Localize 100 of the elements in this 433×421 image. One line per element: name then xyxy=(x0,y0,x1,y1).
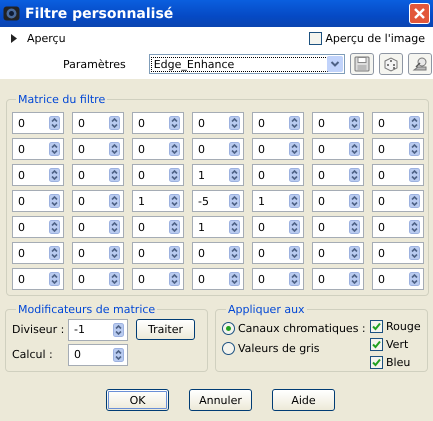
spinner-arrows-icon[interactable] xyxy=(49,220,60,234)
spinner-arrows-icon[interactable] xyxy=(109,142,120,156)
channel-checkbox[interactable]: Vert xyxy=(370,336,421,354)
number-spinner[interactable]: -1 xyxy=(68,318,128,340)
preview-expander[interactable]: Aperçu xyxy=(10,32,310,44)
number-spinner[interactable]: 0 xyxy=(312,242,364,264)
number-spinner[interactable]: 0 xyxy=(252,164,304,186)
number-spinner[interactable]: 0 xyxy=(132,268,184,290)
spinner-arrows-icon[interactable] xyxy=(49,272,60,286)
number-spinner[interactable]: 0 xyxy=(12,190,64,212)
number-spinner[interactable]: 0 xyxy=(68,344,128,366)
spinner-arrows-icon[interactable] xyxy=(289,116,300,130)
checkbox[interactable] xyxy=(309,32,322,44)
number-spinner[interactable]: 0 xyxy=(72,216,124,238)
spinner-arrows-icon[interactable] xyxy=(409,194,420,208)
spinner-arrows-icon[interactable] xyxy=(409,272,420,286)
spinner-arrows-icon[interactable] xyxy=(409,168,420,182)
number-spinner[interactable]: 0 xyxy=(72,138,124,160)
number-spinner[interactable]: 0 xyxy=(12,138,64,160)
spinner-arrows-icon[interactable] xyxy=(289,220,300,234)
number-spinner[interactable]: 0 xyxy=(372,268,424,290)
number-spinner[interactable]: 0 xyxy=(132,242,184,264)
number-spinner[interactable]: 0 xyxy=(192,268,244,290)
number-spinner[interactable]: 0 xyxy=(312,112,364,134)
number-spinner[interactable]: 1 xyxy=(132,190,184,212)
channel-checkbox[interactable]: Bleu xyxy=(370,353,421,372)
spinner-arrows-icon[interactable] xyxy=(349,194,360,208)
number-spinner[interactable]: 0 xyxy=(372,112,424,134)
spinner-arrows-icon[interactable] xyxy=(169,272,180,286)
number-spinner[interactable]: 0 xyxy=(192,242,244,264)
spinner-arrows-icon[interactable] xyxy=(169,168,180,182)
spinner-arrows-icon[interactable] xyxy=(349,272,360,286)
number-spinner[interactable]: -5 xyxy=(192,190,244,212)
spinner-arrows-icon[interactable] xyxy=(229,220,240,234)
spinner-arrows-icon[interactable] xyxy=(349,168,360,182)
number-spinner[interactable]: 0 xyxy=(252,216,304,238)
spinner-arrows-icon[interactable] xyxy=(349,116,360,130)
preset-dropdown[interactable]: Edge_Enhance xyxy=(148,54,345,74)
spinner-arrows-icon[interactable] xyxy=(169,116,180,130)
number-spinner[interactable]: 0 xyxy=(312,138,364,160)
number-spinner[interactable]: 0 xyxy=(372,138,424,160)
number-spinner[interactable]: 0 xyxy=(132,216,184,238)
spinner-arrows-icon[interactable] xyxy=(289,168,300,182)
number-spinner[interactable]: 0 xyxy=(72,190,124,212)
spinner-arrows-icon[interactable] xyxy=(229,194,240,208)
spinner-arrows-icon[interactable] xyxy=(229,272,240,286)
number-spinner[interactable]: 0 xyxy=(72,268,124,290)
checkbox[interactable] xyxy=(370,356,383,369)
number-spinner[interactable]: 0 xyxy=(12,164,64,186)
spinner-arrows-icon[interactable] xyxy=(49,246,60,260)
spinner-arrows-icon[interactable] xyxy=(289,272,300,286)
dialog-button[interactable]: Annuler xyxy=(189,389,252,411)
spinner-arrows-icon[interactable] xyxy=(409,142,420,156)
spinner-arrows-icon[interactable] xyxy=(113,322,124,336)
radio-option[interactable]: Valeurs de gris xyxy=(222,338,362,358)
process-button[interactable]: Traiter xyxy=(136,319,195,340)
spinner-arrows-icon[interactable] xyxy=(49,142,60,156)
spinner-arrows-icon[interactable] xyxy=(229,142,240,156)
spinner-arrows-icon[interactable] xyxy=(409,116,420,130)
spinner-arrows-icon[interactable] xyxy=(109,272,120,286)
spinner-arrows-icon[interactable] xyxy=(113,348,124,362)
spinner-arrows-icon[interactable] xyxy=(49,116,60,130)
spinner-arrows-icon[interactable] xyxy=(169,142,180,156)
spinner-arrows-icon[interactable] xyxy=(229,116,240,130)
spinner-arrows-icon[interactable] xyxy=(409,220,420,234)
spinner-arrows-icon[interactable] xyxy=(109,116,120,130)
number-spinner[interactable]: 1 xyxy=(192,164,244,186)
spinner-arrows-icon[interactable] xyxy=(349,246,360,260)
spinner-arrows-icon[interactable] xyxy=(409,246,420,260)
spinner-arrows-icon[interactable] xyxy=(229,246,240,260)
number-spinner[interactable]: 0 xyxy=(192,112,244,134)
dialog-button[interactable]: Aide xyxy=(272,389,335,411)
number-spinner[interactable]: 0 xyxy=(12,242,64,264)
spinner-arrows-icon[interactable] xyxy=(229,168,240,182)
spinner-arrows-icon[interactable] xyxy=(289,246,300,260)
number-spinner[interactable]: 0 xyxy=(252,112,304,134)
save-button[interactable] xyxy=(350,53,374,75)
spinner-arrows-icon[interactable] xyxy=(349,142,360,156)
number-spinner[interactable]: 0 xyxy=(192,138,244,160)
spinner-arrows-icon[interactable] xyxy=(109,220,120,234)
number-spinner[interactable]: 0 xyxy=(12,216,64,238)
spinner-arrows-icon[interactable] xyxy=(49,168,60,182)
reset-button[interactable] xyxy=(408,53,432,75)
spinner-arrows-icon[interactable] xyxy=(289,142,300,156)
number-spinner[interactable]: 1 xyxy=(252,190,304,212)
number-spinner[interactable]: 0 xyxy=(372,242,424,264)
number-spinner[interactable]: 0 xyxy=(72,112,124,134)
number-spinner[interactable]: 1 xyxy=(192,216,244,238)
number-spinner[interactable]: 0 xyxy=(72,164,124,186)
radio-option[interactable]: Canaux chromatiques : xyxy=(222,318,362,338)
spinner-arrows-icon[interactable] xyxy=(49,194,60,208)
number-spinner[interactable]: 0 xyxy=(252,242,304,264)
spinner-arrows-icon[interactable] xyxy=(169,246,180,260)
close-button[interactable] xyxy=(409,3,430,24)
randomize-button[interactable] xyxy=(378,53,403,75)
number-spinner[interactable]: 0 xyxy=(12,112,64,134)
spinner-arrows-icon[interactable] xyxy=(169,194,180,208)
number-spinner[interactable]: 0 xyxy=(312,190,364,212)
number-spinner[interactable]: 0 xyxy=(312,164,364,186)
image-preview-checkbox[interactable]: Aperçu de l'image xyxy=(309,32,425,44)
